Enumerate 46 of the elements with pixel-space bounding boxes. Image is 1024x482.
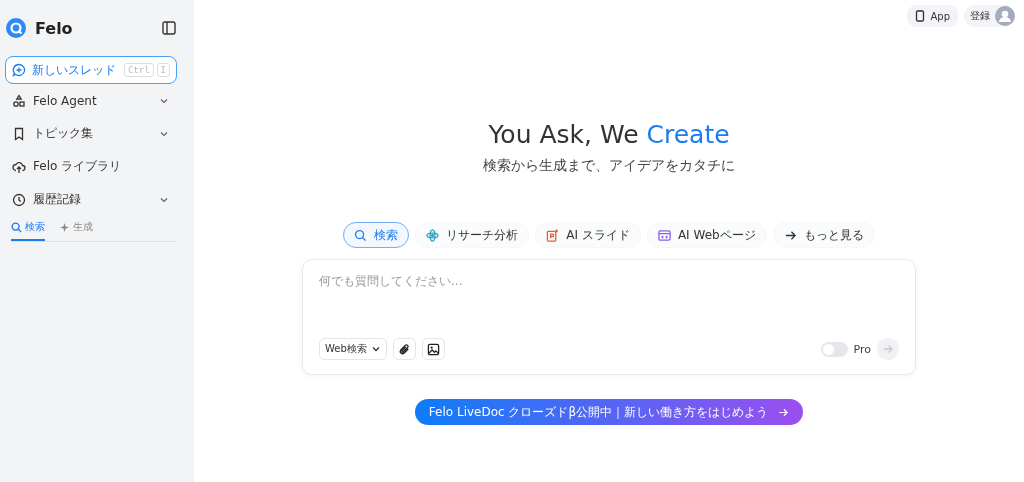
browser-code-icon bbox=[657, 228, 671, 242]
search-icon bbox=[11, 221, 22, 233]
sidebar-item[interactable]: Felo Agent bbox=[5, 84, 177, 117]
sidebar-tab[interactable]: 検索 bbox=[11, 216, 45, 241]
shortcut-key: I bbox=[156, 63, 170, 77]
pro-label: Pro bbox=[853, 342, 871, 356]
mode-tab[interactable]: リサーチ分析 bbox=[415, 222, 530, 248]
hero-subtitle: 検索から生成まで、アイデアをカタチに bbox=[483, 157, 735, 175]
mode-tab[interactable]: もっと見る bbox=[772, 222, 875, 248]
search-icon bbox=[354, 228, 368, 242]
image-button[interactable] bbox=[421, 338, 445, 360]
image-icon bbox=[426, 342, 440, 356]
source-dropdown[interactable]: Web検索 bbox=[319, 338, 387, 360]
shapes-icon bbox=[12, 93, 26, 108]
sidebar-item[interactable]: Felo ライブラリ bbox=[5, 150, 177, 183]
chat-plus-icon bbox=[12, 63, 26, 77]
bookmark-icon bbox=[12, 126, 26, 141]
query-box[interactable]: 何でも質問してください... Web検索 Pro bbox=[302, 259, 916, 375]
sidebar-item[interactable]: トピック集 bbox=[5, 117, 177, 150]
mode-tab[interactable]: 検索 bbox=[343, 222, 410, 248]
logo-text: Felo bbox=[35, 18, 73, 38]
login-button[interactable]: 登録 bbox=[964, 5, 1015, 27]
mode-tab[interactable]: AI スライド bbox=[535, 222, 641, 248]
attach-button[interactable] bbox=[392, 338, 416, 360]
chevron-down-icon bbox=[370, 344, 381, 354]
arrow-right-icon bbox=[882, 343, 894, 355]
paperclip-icon bbox=[397, 342, 411, 356]
mode-tab[interactable]: AI Webページ bbox=[646, 222, 767, 248]
app-button[interactable]: App bbox=[907, 5, 958, 27]
sidebar-item[interactable]: 履歴記録 bbox=[5, 183, 177, 216]
pro-toggle[interactable] bbox=[820, 341, 848, 357]
hero-title: You Ask, We Create bbox=[488, 120, 730, 149]
sparkle-icon bbox=[59, 221, 70, 233]
announcement-banner[interactable]: Felo LiveDoc クローズドβ公開中｜新しい働き方をはじめよう bbox=[414, 399, 804, 425]
phone-icon bbox=[915, 10, 926, 22]
atom-icon bbox=[426, 228, 440, 242]
sidebar-tab[interactable]: 生成 bbox=[59, 216, 93, 241]
arrow-right-icon bbox=[778, 406, 790, 418]
new-thread-button[interactable]: 新しいスレッド Ctrl I bbox=[5, 56, 177, 84]
sidebar-toggle-icon[interactable] bbox=[162, 21, 176, 35]
avatar-icon bbox=[995, 6, 1015, 26]
slide-icon bbox=[546, 228, 560, 242]
logo-icon bbox=[6, 18, 26, 38]
cloud-upload-icon bbox=[12, 159, 26, 174]
shortcut-key: Ctrl bbox=[123, 63, 154, 77]
history-icon bbox=[12, 192, 26, 207]
